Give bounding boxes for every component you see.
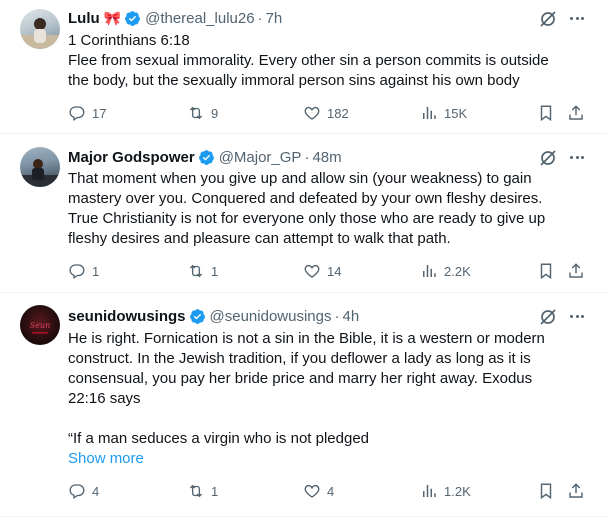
- share-icon[interactable]: [567, 262, 585, 280]
- reply-button[interactable]: 17: [68, 103, 106, 123]
- grok-icon[interactable]: [538, 9, 558, 29]
- tweet-body: He is right. Fornication is not a sin in…: [68, 330, 545, 447]
- retweet-icon: [189, 106, 203, 120]
- avatar[interactable]: Seun: [20, 305, 60, 345]
- more-options-icon[interactable]: [568, 306, 586, 326]
- reply-button[interactable]: 4: [68, 481, 99, 501]
- views-count: 2.2K: [444, 263, 471, 279]
- retweet-icon: [189, 484, 203, 498]
- bookmark-icon[interactable]: [537, 262, 555, 280]
- like-button[interactable]: 14: [303, 261, 341, 281]
- views-button[interactable]: 2.2K: [420, 261, 471, 281]
- verified-badge-icon: [198, 149, 214, 165]
- verified-badge-icon: [125, 10, 141, 26]
- views-chart-icon: [423, 107, 436, 119]
- reply-icon: [69, 484, 85, 500]
- like-button[interactable]: 182: [303, 103, 349, 123]
- tweet-2[interactable]: Major Godspower @Major_GP · 48m That mom…: [0, 134, 607, 291]
- heart-icon: [304, 264, 320, 278]
- retweet-count: 1: [211, 483, 219, 499]
- reply-icon: [69, 264, 85, 280]
- heart-icon: [304, 106, 320, 120]
- tweet-1[interactable]: Lulu 🎀 @thereal_lulu26 · 7h 1 Corinthian…: [0, 0, 607, 133]
- tweet-text: 1 Corinthians 6:18 Flee from sexual immo…: [68, 31, 568, 91]
- views-count: 1.2K: [444, 483, 471, 499]
- bookmark-icon[interactable]: [537, 104, 555, 122]
- handle[interactable]: @thereal_lulu26: [145, 10, 254, 27]
- retweet-button[interactable]: 1: [187, 481, 218, 501]
- reply-count: 1: [92, 263, 100, 279]
- grok-icon[interactable]: [538, 307, 558, 327]
- timestamp[interactable]: 7h: [266, 10, 283, 27]
- separator-dot: ·: [304, 148, 310, 166]
- tweet-body: That moment when you give up and allow s…: [68, 170, 550, 247]
- reply-count: 4: [92, 483, 100, 499]
- views-button[interactable]: 1.2K: [420, 481, 471, 501]
- tweet-header: seunidowusings @seunidowusings · 4h: [68, 306, 359, 326]
- tweet-header: Major Godspower @Major_GP · 48m: [68, 147, 342, 167]
- more-options-icon[interactable]: [568, 8, 586, 28]
- retweet-icon: [189, 264, 203, 278]
- tweet-divider: [0, 516, 607, 517]
- retweet-count: 9: [211, 105, 219, 121]
- handle[interactable]: @seunidowusings: [210, 308, 332, 325]
- tweet-text: That moment when you give up and allow s…: [68, 169, 568, 249]
- views-chart-icon: [423, 265, 436, 277]
- svg-text:Seun: Seun: [30, 321, 51, 330]
- views-chart-icon: [423, 485, 436, 497]
- like-count: 4: [327, 483, 335, 499]
- grok-icon[interactable]: [538, 148, 558, 168]
- views-button[interactable]: 15K: [420, 103, 467, 123]
- verified-badge-icon: [189, 308, 205, 324]
- separator-dot: ·: [257, 9, 263, 27]
- display-name[interactable]: seunidowusings: [68, 308, 186, 325]
- share-icon[interactable]: [567, 104, 585, 122]
- like-count: 182: [327, 105, 349, 121]
- tweet-body: 1 Corinthians 6:18 Flee from sexual immo…: [68, 32, 549, 89]
- share-icon[interactable]: [567, 482, 585, 500]
- like-count: 14: [327, 263, 342, 279]
- views-count: 15K: [444, 105, 468, 121]
- retweet-button[interactable]: 1: [187, 261, 218, 281]
- tweet-header: Lulu 🎀 @thereal_lulu26 · 7h: [68, 8, 282, 28]
- reply-button[interactable]: 1: [68, 261, 99, 281]
- bow-emoji: 🎀: [103, 9, 122, 26]
- avatar[interactable]: [20, 147, 60, 187]
- more-options-icon[interactable]: [568, 147, 586, 167]
- show-more-link[interactable]: Show more: [68, 449, 568, 469]
- timestamp[interactable]: 48m: [312, 149, 341, 166]
- retweet-count: 1: [211, 263, 219, 279]
- heart-icon: [304, 484, 320, 498]
- reply-count: 17: [92, 105, 107, 121]
- tweet-3[interactable]: Seun seunidowusings @seunidowusings · 4h…: [0, 293, 607, 522]
- avatar[interactable]: [20, 9, 60, 49]
- bookmark-icon[interactable]: [537, 482, 555, 500]
- display-name[interactable]: Major Godspower: [68, 149, 195, 166]
- display-name[interactable]: Lulu: [68, 10, 100, 27]
- separator-dot: ·: [334, 307, 340, 325]
- tweet-text: He is right. Fornication is not a sin in…: [68, 329, 568, 469]
- reply-icon: [69, 106, 85, 122]
- timestamp[interactable]: 4h: [342, 308, 359, 325]
- like-button[interactable]: 4: [303, 481, 334, 501]
- handle[interactable]: @Major_GP: [219, 149, 302, 166]
- retweet-button[interactable]: 9: [187, 103, 218, 123]
